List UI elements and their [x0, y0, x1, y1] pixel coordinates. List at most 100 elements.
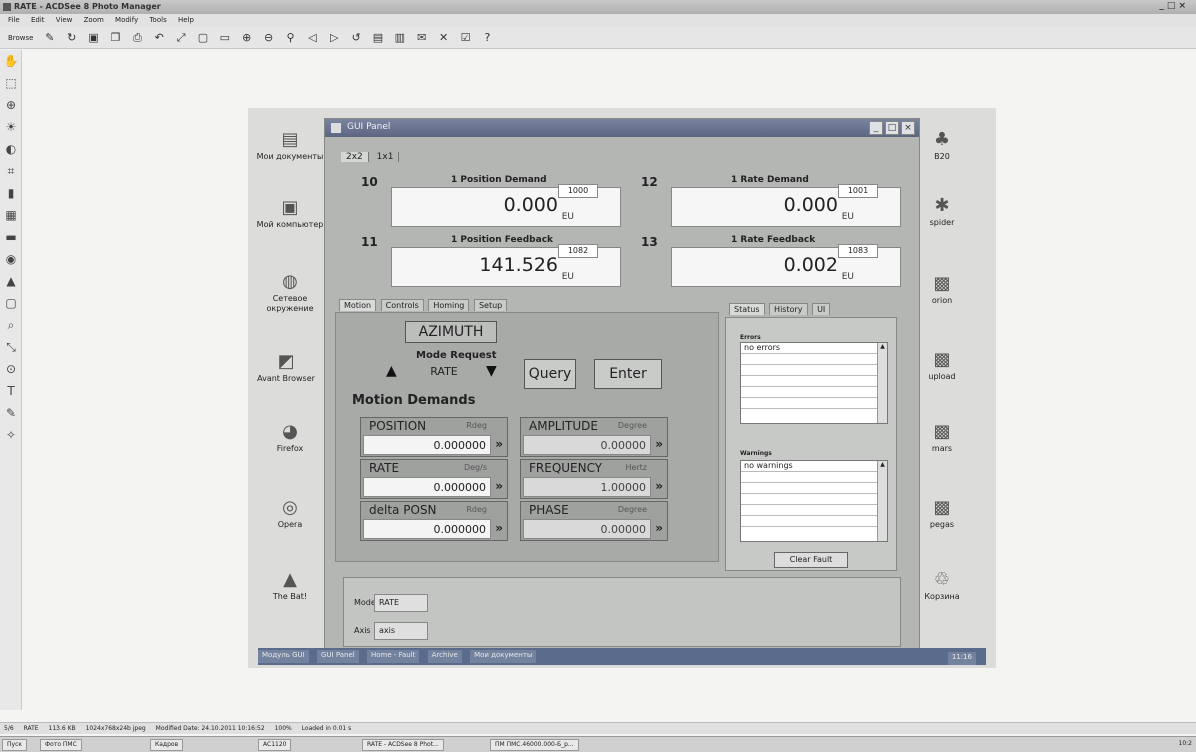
- mode-up-icon[interactable]: ▲: [386, 363, 397, 379]
- frequency-input[interactable]: 1.00000: [523, 477, 651, 497]
- zoom-tool-icon[interactable]: ⊕: [0, 94, 22, 116]
- mode-down-icon[interactable]: ▼: [486, 363, 497, 379]
- desktop-icon-opera[interactable]: ◎ Opera: [250, 496, 330, 530]
- apply-position-icon[interactable]: »: [495, 437, 503, 451]
- inner-taskbar-item[interactable]: Home - Fault: [366, 650, 420, 663]
- taskbar-item[interactable]: Фото ПМС: [40, 739, 82, 751]
- browse-button[interactable]: Browse: [8, 34, 34, 42]
- zoom-in-icon[interactable]: ⊕: [239, 30, 254, 45]
- color-icon[interactable]: ▦: [0, 204, 22, 226]
- border-icon[interactable]: ▬: [0, 226, 22, 248]
- menu-modify[interactable]: Modify: [115, 16, 138, 24]
- actual-size-icon[interactable]: ▭: [217, 30, 232, 45]
- apply-amplitude-icon[interactable]: »: [655, 437, 663, 451]
- taskbar-item[interactable]: RATE - ACDSee 8 Phot...: [362, 739, 444, 751]
- zoom-out-icon[interactable]: ⊖: [261, 30, 276, 45]
- mode-field[interactable]: RATE: [374, 594, 428, 612]
- tab-controls[interactable]: Controls: [380, 299, 424, 311]
- full-screen-icon[interactable]: ▢: [196, 30, 211, 45]
- menu-file[interactable]: File: [8, 16, 20, 24]
- tab-status[interactable]: Status: [729, 303, 765, 315]
- tab-motion[interactable]: Motion: [339, 299, 377, 311]
- query-button[interactable]: Query: [524, 359, 576, 389]
- desktop-icon-firefox[interactable]: ◕ Firefox: [250, 420, 330, 454]
- gui-titlebar[interactable]: GUI Panel _ □ ×: [325, 119, 919, 137]
- amplitude-input[interactable]: 0.00000: [523, 435, 651, 455]
- tab-1x1[interactable]: 1x1: [372, 152, 400, 162]
- errors-scrollbar[interactable]: ▲: [877, 343, 887, 423]
- tab-setup[interactable]: Setup: [473, 299, 508, 311]
- next-icon[interactable]: ▷: [327, 30, 342, 45]
- apply-phase-icon[interactable]: »: [655, 521, 663, 535]
- apply-rate-icon[interactable]: »: [495, 479, 503, 493]
- phase-input[interactable]: 0.00000: [523, 519, 651, 539]
- inner-taskbar-item[interactable]: Модуль GUI: [258, 650, 309, 663]
- image-icon[interactable]: ▤: [371, 30, 386, 45]
- enter-button[interactable]: Enter: [594, 359, 662, 389]
- desktop-icon-my-documents[interactable]: ▤ Мои документы: [250, 128, 330, 162]
- print-icon[interactable]: ⎙: [130, 30, 145, 45]
- errors-list[interactable]: no errors ▲: [740, 342, 888, 424]
- hand-tool-icon[interactable]: ✋: [0, 50, 22, 72]
- redeye-icon[interactable]: ⊙: [0, 358, 22, 380]
- desktop-icon-network[interactable]: ◍ Сетевое окружение: [250, 270, 330, 314]
- tab-2x2[interactable]: 2x2: [341, 152, 369, 162]
- levels-icon[interactable]: ▮: [0, 182, 22, 204]
- maximize-icon[interactable]: □: [885, 121, 899, 135]
- taskbar-item[interactable]: Кадров: [150, 739, 184, 751]
- effects-icon[interactable]: ✧: [0, 424, 22, 446]
- previous-icon[interactable]: ◁: [305, 30, 320, 45]
- position-input[interactable]: 0.000000: [363, 435, 491, 455]
- menu-view[interactable]: View: [56, 16, 73, 24]
- close-icon[interactable]: ×: [901, 121, 915, 135]
- apply-delta-posn-icon[interactable]: »: [495, 521, 503, 535]
- help-icon[interactable]: ?: [480, 30, 495, 45]
- select-tool-icon[interactable]: ⬚: [0, 72, 22, 94]
- warnings-scrollbar[interactable]: ▲: [877, 461, 887, 541]
- zoom-icon[interactable]: ⚲: [283, 30, 298, 45]
- email-icon[interactable]: ✉: [414, 30, 429, 45]
- copy-icon[interactable]: ❐: [108, 30, 123, 45]
- rotate-left-icon[interactable]: ↺: [349, 30, 364, 45]
- inner-taskbar-item[interactable]: Мои документы: [470, 650, 537, 663]
- desktop-icon-the-bat[interactable]: ▲ The Bat!: [250, 568, 330, 602]
- contrast-icon[interactable]: ◐: [0, 138, 22, 160]
- desktop-icon-my-computer[interactable]: ▣ Мой компьютер: [250, 196, 330, 230]
- start-button[interactable]: Пуск: [2, 739, 27, 751]
- draw-icon[interactable]: ✎: [0, 402, 22, 424]
- sharpen-icon[interactable]: ▲: [0, 270, 22, 292]
- resize-icon[interactable]: ⤡: [0, 336, 22, 358]
- clone-icon[interactable]: ⌕: [0, 314, 22, 336]
- brightness-icon[interactable]: ☀: [0, 116, 22, 138]
- delta-posn-input[interactable]: 0.000000: [363, 519, 491, 539]
- tab-history[interactable]: History: [769, 303, 808, 315]
- menu-zoom[interactable]: Zoom: [84, 16, 104, 24]
- menu-help[interactable]: Help: [178, 16, 194, 24]
- rate-input[interactable]: 0.000000: [363, 477, 491, 497]
- desktop-icon-avant-browser[interactable]: ◩ Avant Browser: [246, 350, 326, 384]
- tab-ui[interactable]: UI: [812, 303, 831, 315]
- undo-icon[interactable]: ↶: [152, 30, 167, 45]
- axis-field[interactable]: axis: [374, 622, 428, 640]
- rotate-icon[interactable]: ↻: [64, 30, 79, 45]
- menu-edit[interactable]: Edit: [31, 16, 45, 24]
- inner-taskbar-item[interactable]: Archive: [427, 650, 462, 663]
- slideshow-icon[interactable]: ▥: [392, 30, 407, 45]
- clear-fault-button[interactable]: Clear Fault: [774, 552, 848, 568]
- tab-homing[interactable]: Homing: [428, 299, 470, 311]
- taskbar-item[interactable]: ПМ ПМС.46000.000-Б_р...: [490, 739, 579, 751]
- taskbar-item[interactable]: AC1120: [258, 739, 292, 751]
- delete-icon[interactable]: ✕: [436, 30, 451, 45]
- edit-icon[interactable]: ✎: [42, 30, 57, 45]
- eye-icon[interactable]: ◉: [0, 248, 22, 270]
- warnings-list[interactable]: no warnings ▲: [740, 460, 888, 542]
- text-tool-icon[interactable]: T: [0, 380, 22, 402]
- fit-icon[interactable]: ⤢: [174, 30, 189, 45]
- minimize-icon[interactable]: _: [869, 121, 883, 135]
- save-icon[interactable]: ▣: [86, 30, 101, 45]
- crop-icon[interactable]: ⌗: [0, 160, 22, 182]
- apply-frequency-icon[interactable]: »: [655, 479, 663, 493]
- menu-tools[interactable]: Tools: [149, 16, 166, 24]
- frame-icon[interactable]: ▢: [0, 292, 22, 314]
- properties-icon[interactable]: ☑: [458, 30, 473, 45]
